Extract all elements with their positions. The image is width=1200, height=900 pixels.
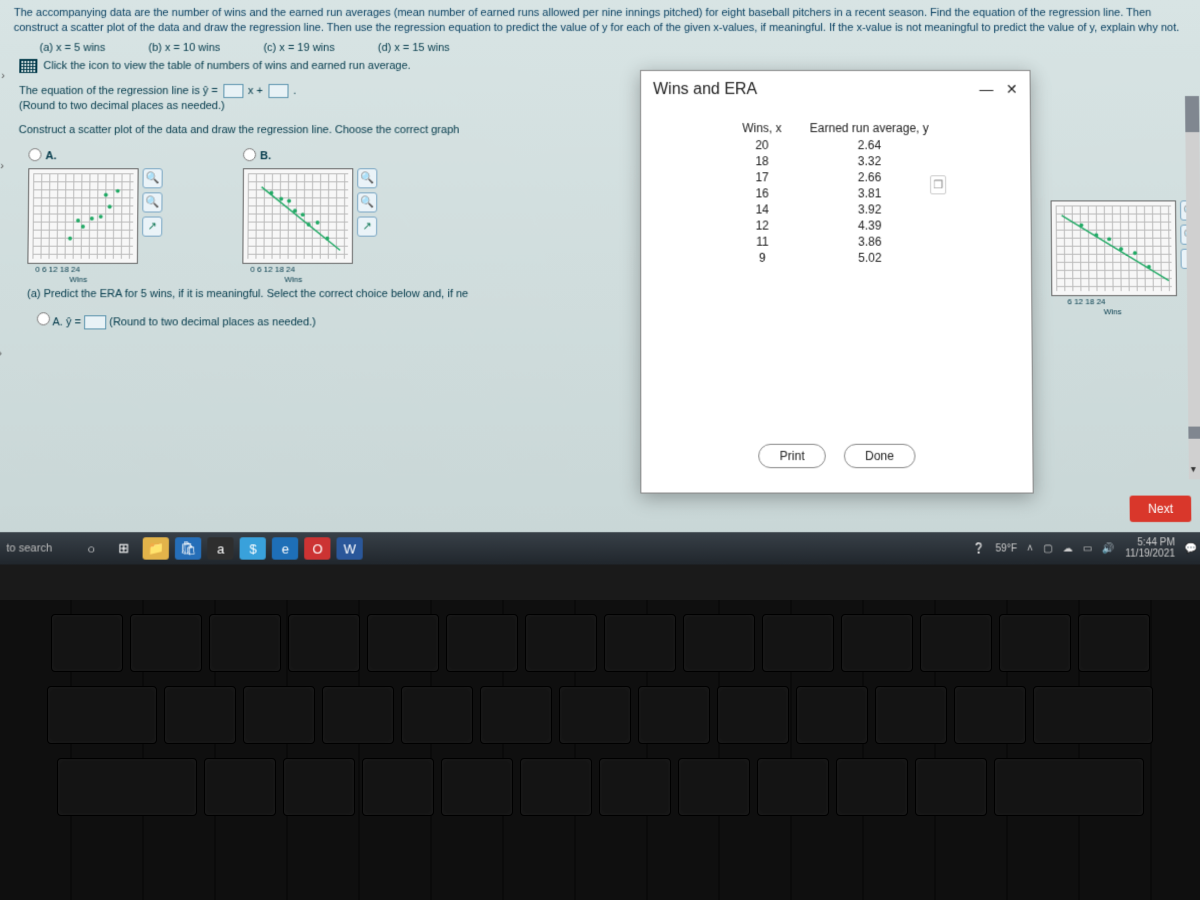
col1-header: Wins, x: [728, 119, 796, 137]
tray-screen-icon[interactable]: ▢: [1043, 543, 1053, 554]
tray-battery-icon[interactable]: ▭: [1083, 543, 1093, 554]
radio-b[interactable]: [243, 148, 256, 161]
app1-icon[interactable]: a: [207, 537, 233, 559]
tray-time: 5:44 PM: [1125, 537, 1175, 548]
store-icon[interactable]: 🛍: [175, 537, 201, 559]
mini-graph-a: [27, 168, 138, 264]
eq-suffix: .: [293, 85, 296, 97]
help-tray-icon[interactable]: ❔: [973, 543, 986, 554]
zoom-in-a[interactable]: 🔍: [143, 168, 163, 188]
tray-sound-icon[interactable]: 🔊: [1103, 543, 1116, 554]
col2-header: Earned run average, y: [796, 119, 943, 137]
search-placeholder[interactable]: to search: [6, 542, 52, 554]
intercept-input[interactable]: [268, 84, 288, 98]
edge-icon[interactable]: e: [272, 537, 298, 559]
section-chevron-1[interactable]: ›: [1, 70, 5, 82]
xticks-cut: 6 12 18 24: [1067, 297, 1105, 306]
opt-c-text: (c) x = 19 wins: [263, 42, 334, 54]
modal-minimize-icon[interactable]: —: [979, 81, 993, 97]
table-icon: [19, 59, 37, 73]
zoom-out-b[interactable]: 🔍: [357, 192, 377, 212]
print-button[interactable]: Print: [759, 444, 826, 468]
modal-title: Wins and ERA: [653, 81, 757, 99]
opt-a-text: (a) x = 5 wins: [39, 42, 105, 54]
explorer-icon[interactable]: 📁: [143, 537, 169, 559]
tray-cloud-icon[interactable]: ☁: [1063, 543, 1073, 554]
radio-a[interactable]: [28, 148, 41, 161]
modal-titlebar: Wins and ERA — ✕: [641, 71, 1030, 119]
scrollbar-thumb2[interactable]: [1188, 427, 1200, 439]
graph-option-cut: RA 6 12 18 24 Wins 🔍 🔍 ↗: [1051, 200, 1198, 296]
tray-chevron-icon[interactable]: ˄: [1027, 543, 1033, 554]
mini-graph-b: [242, 168, 353, 264]
predict-a-input[interactable]: [84, 315, 106, 329]
zoom-in-b[interactable]: 🔍: [357, 168, 377, 188]
table-row: 183.32: [728, 153, 943, 169]
weather-widget[interactable]: 59°F: [996, 543, 1018, 554]
taskbar: to search ○ ⊞ 📁 🛍 a $ e O W ❔ 59°F ˄ ▢ ☁…: [0, 532, 1200, 565]
app-screen: The accompanying data are the number of …: [0, 0, 1200, 565]
opt-d-text: (d) x = 15 wins: [378, 42, 450, 54]
predict-a-suffix: (Round to two decimal places as needed.): [109, 316, 316, 328]
data-table: Wins, x Earned run average, y 202.64 183…: [728, 119, 943, 266]
popout-b[interactable]: ↗: [357, 216, 377, 236]
eq-mid: x +: [248, 85, 263, 97]
table-row: 172.66: [728, 169, 943, 185]
next-button[interactable]: Next: [1130, 496, 1191, 522]
question-text: The accompanying data are the number of …: [0, 0, 1200, 40]
keyboard-physical: [0, 600, 1200, 900]
xticks-b: 0 6 12 18 24: [250, 265, 295, 274]
notifications-icon[interactable]: 💬: [1185, 543, 1198, 554]
xlabel-a: Wins: [69, 275, 87, 284]
xlabel-cut: Wins: [1104, 307, 1122, 316]
xticks-a: 0 6 12 18 24: [35, 265, 80, 274]
scrollbar-thumb[interactable]: [1185, 96, 1199, 132]
modal-close-icon[interactable]: ✕: [1006, 81, 1018, 97]
cortana-icon[interactable]: ○: [78, 537, 104, 559]
word-icon[interactable]: W: [337, 537, 363, 559]
x-value-options: (a) x = 5 wins (b) x = 10 wins (c) x = 1…: [0, 40, 1200, 56]
label-a: A.: [45, 150, 56, 162]
section-chevron-3[interactable]: ›: [0, 348, 2, 360]
table-row: 202.64: [728, 137, 943, 153]
data-modal: Wins and ERA — ✕ ❐ Wins, x Earned run av…: [640, 70, 1034, 494]
app2-icon[interactable]: $: [240, 537, 266, 559]
scroll-down-arrow[interactable]: ▾: [1191, 464, 1196, 475]
xlabel-b: Wins: [284, 275, 302, 284]
table-link-label: Click the icon to view the table of numb…: [43, 60, 410, 72]
graph-option-a: A. ERA 0 6 12 18 24 Wins: [27, 146, 163, 264]
tray-date: 11/19/2021: [1125, 548, 1175, 559]
mini-graph-cut: [1051, 200, 1177, 296]
popout-a[interactable]: ↗: [142, 216, 162, 236]
slope-input[interactable]: [223, 84, 243, 98]
table-row: 163.81: [728, 185, 943, 201]
scrollbar[interactable]: ▾: [1185, 96, 1200, 479]
done-button[interactable]: Done: [844, 444, 915, 468]
copy-icon[interactable]: ❐: [930, 175, 946, 194]
table-row: 113.86: [728, 234, 943, 250]
section-chevron-2[interactable]: ›: [0, 160, 4, 172]
radio-predict-a[interactable]: [37, 312, 50, 325]
label-b: B.: [260, 150, 271, 162]
predict-a-prefix: A. ŷ =: [52, 316, 81, 328]
zoom-out-a[interactable]: 🔍: [142, 192, 162, 212]
eq-prefix: The equation of the regression line is ŷ…: [19, 85, 218, 97]
table-row: 143.92: [728, 201, 943, 217]
taskview-icon[interactable]: ⊞: [111, 537, 137, 559]
table-row: 124.39: [728, 218, 943, 234]
graph-option-b: B. ERA 0 6 12 18 24 Wins: [242, 146, 377, 264]
table-row: 95.02: [729, 250, 944, 266]
opt-b-text: (b) x = 10 wins: [148, 42, 220, 54]
opera-icon[interactable]: O: [304, 537, 330, 559]
